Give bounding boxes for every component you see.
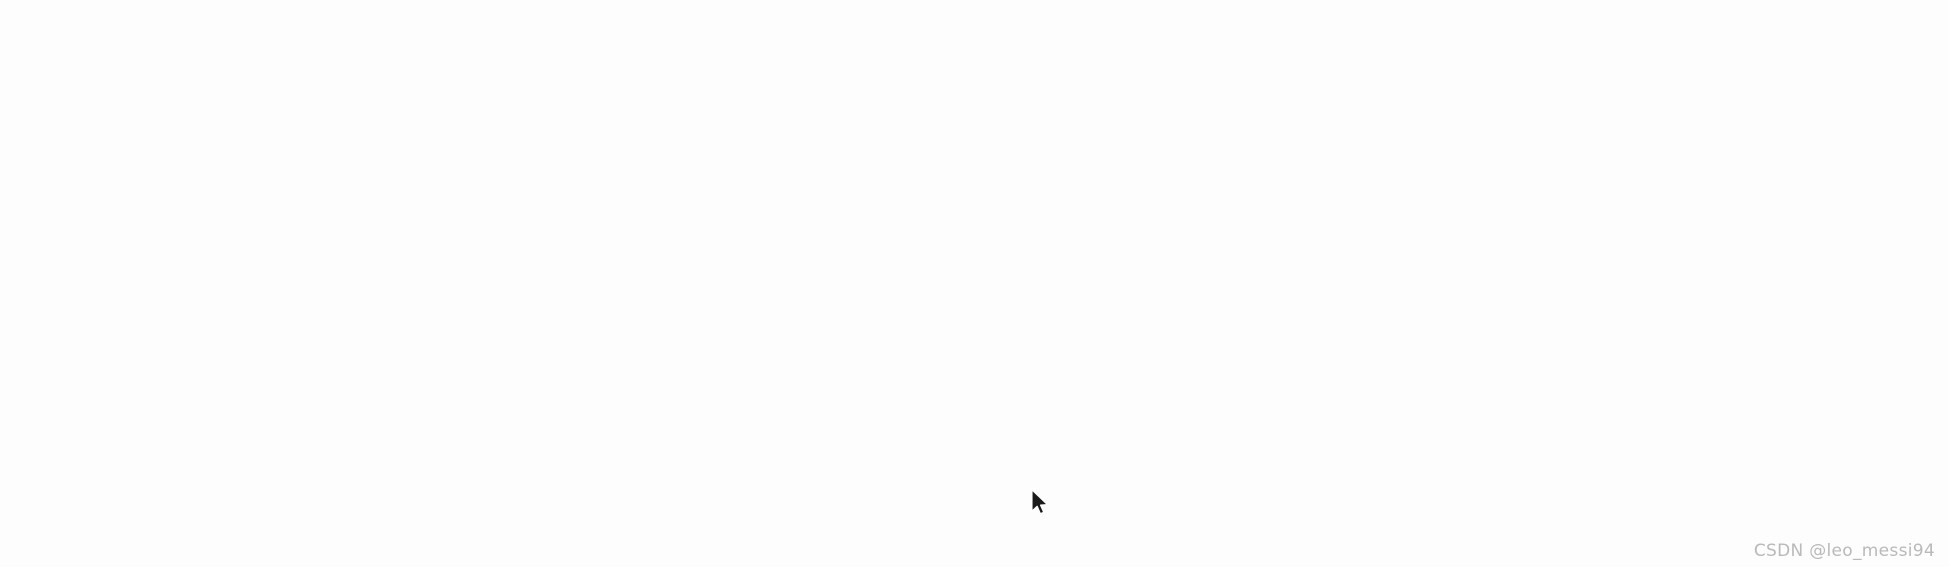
log-line-user-object: User{id=6, username='小张', password='123'… (0, 151, 1949, 189)
log-line: [DEBUG] [main] c.i.m.U.selectById - <== … (0, 113, 1949, 151)
log-line: [DEBUG] [main] o.a.i.t.j.JdbcTransaction… (0, 227, 1949, 265)
console-log-output[interactable]: [DEBUG] [main] o.a.i.t.j.JdbcTransaction… (0, 0, 1949, 567)
log-line: [DEBUG] [main] o.a.i.t.j.JdbcTransaction… (0, 189, 1949, 227)
mouse-pointer-icon (1031, 489, 1053, 519)
log-line: [DEBUG] [main] c.i.m.U.selectById - ==> … (0, 38, 1949, 76)
log-line: [DEBUG] [main] o.a.i.d.p.PooledDataSourc… (0, 265, 1949, 303)
log-line: [DEBUG] [main] c.i.m.UserMapper - Cache … (0, 340, 1949, 378)
log-line-separator: -------------------- (0, 302, 1949, 340)
watermark-text: CSDN @leo_messi94 (1753, 541, 1935, 561)
log-line: [DEBUG] [main] c.i.m.U.selectById - ==> … (0, 76, 1949, 114)
log-line: [DEBUG] [main] o.a.i.t.j.JdbcTransaction… (0, 0, 1949, 38)
log-line-user-object-selected[interactable]: User{id=6, username='小张', password='123'… (0, 378, 1949, 416)
